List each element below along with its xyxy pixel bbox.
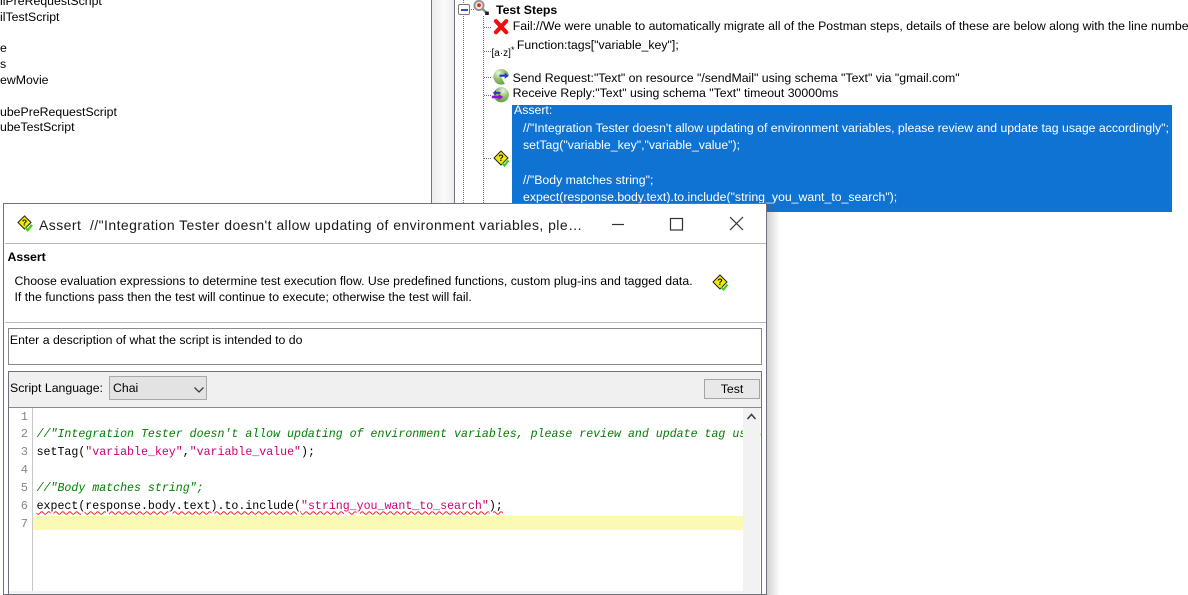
svg-text:?: ? (498, 153, 504, 163)
svg-text:?: ? (21, 218, 26, 228)
svg-text:?: ? (717, 277, 723, 287)
